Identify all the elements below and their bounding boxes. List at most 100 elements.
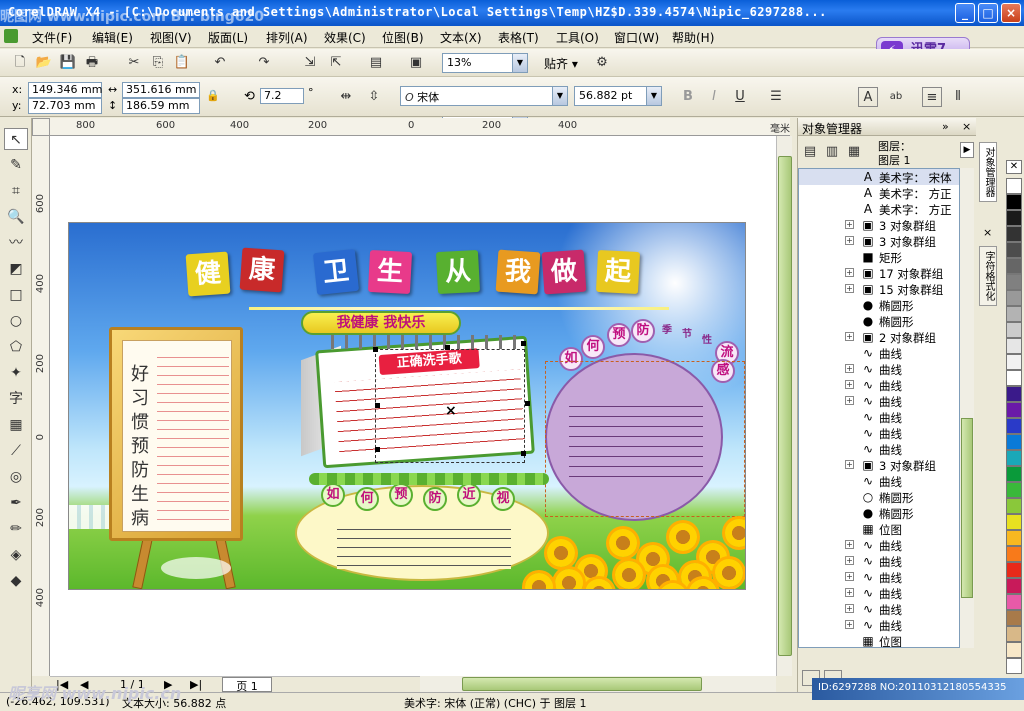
open-icon[interactable]: 📂	[34, 53, 54, 73]
paste-icon[interactable]: 📋	[172, 53, 192, 73]
expand-icon[interactable]: +	[845, 620, 854, 629]
color-swatch[interactable]	[1006, 562, 1022, 578]
mirror-vertical-icon[interactable]: ⇳	[364, 87, 384, 107]
vertical-text-icon[interactable]: ⦀	[948, 87, 968, 107]
ruler-origin[interactable]	[32, 118, 50, 136]
object-tree-row[interactable]: + ▣ 2 对象群组	[799, 329, 959, 345]
expand-icon[interactable]: +	[845, 588, 854, 597]
object-tree-row[interactable]: ■ 矩形	[799, 249, 959, 265]
expand-icon[interactable]: +	[845, 396, 854, 405]
text-align-icon[interactable]: ☰	[766, 87, 786, 107]
object-tree-row[interactable]: + ∿ 曲线	[799, 361, 959, 377]
object-tree-row[interactable]: ● 椭圆形	[799, 297, 959, 313]
color-swatch[interactable]	[1006, 290, 1022, 306]
minimize-button[interactable]: _	[955, 3, 975, 23]
expand-icon[interactable]: +	[845, 572, 854, 581]
object-tree-row[interactable]: ∿ 曲线	[799, 345, 959, 361]
table-tool-icon[interactable]: ▦	[4, 414, 28, 436]
eyedropper-tool-icon[interactable]: ✒	[4, 492, 28, 514]
tree-scrollbar[interactable]	[960, 168, 974, 648]
color-swatch[interactable]	[1006, 530, 1022, 546]
color-swatch[interactable]	[1006, 226, 1022, 242]
color-swatch[interactable]	[1006, 626, 1022, 642]
color-swatch[interactable]	[1006, 242, 1022, 258]
horizontal-scroll-thumb[interactable]	[462, 677, 702, 691]
color-swatch[interactable]	[1006, 482, 1022, 498]
menu-item[interactable]: 位图(B)	[382, 29, 424, 46]
basic-shapes-icon[interactable]: ✦	[4, 362, 28, 384]
undo-icon[interactable]: ↶	[210, 53, 230, 73]
edit-text-icon[interactable]: A	[858, 87, 878, 107]
color-swatch[interactable]	[1006, 610, 1022, 626]
options-icon[interactable]: ⚙	[592, 53, 612, 73]
object-tree-row[interactable]: ● 椭圆形	[799, 505, 959, 521]
object-tree-row[interactable]: + ▣ 3 对象群组	[799, 233, 959, 249]
freehand-tool-icon[interactable]: 〰	[4, 232, 28, 254]
menu-item[interactable]: 表格(T)	[498, 29, 539, 46]
welcome-screen-icon[interactable]: ▣	[406, 53, 426, 73]
tab-object-manager[interactable]: 对象管理器	[979, 142, 997, 202]
import-icon[interactable]: ⇲	[300, 53, 320, 73]
expand-icon[interactable]: +	[845, 460, 854, 469]
color-swatch[interactable]	[1006, 210, 1022, 226]
object-tree-row[interactable]: + ∿ 曲线	[799, 377, 959, 393]
object-tree-row[interactable]: A 美术字： 方正	[799, 201, 959, 217]
font-size-select[interactable]: 56.882 pt ▼	[574, 86, 662, 106]
bold-icon[interactable]: B	[678, 87, 698, 107]
redo-icon[interactable]: ↷	[254, 53, 274, 73]
object-tree-row[interactable]: + ∿ 曲线	[799, 601, 959, 617]
lock-ratio-icon[interactable]: 🔒	[206, 89, 220, 102]
vertical-scroll-thumb[interactable]	[778, 156, 792, 656]
object-tree-row[interactable]: + ▣ 3 对象群组	[799, 217, 959, 233]
expand-icon[interactable]: +	[845, 380, 854, 389]
expand-icon[interactable]: +	[845, 364, 854, 373]
object-tree-row[interactable]: ∿ 曲线	[799, 409, 959, 425]
selection-handle[interactable]	[521, 451, 526, 456]
outline-tool-icon[interactable]: ✏	[4, 518, 28, 540]
vertical-ruler[interactable]: 600 400 200 0 200 400	[32, 136, 50, 676]
layer-manager-view-icon[interactable]: ▦	[844, 142, 864, 162]
expand-icon[interactable]: +	[845, 268, 854, 277]
selection-handle[interactable]	[525, 401, 530, 406]
x-position-field[interactable]: 149.346 mm	[28, 82, 102, 98]
tree-scroll-thumb[interactable]	[961, 418, 973, 598]
object-tree-row[interactable]: ▦ 位图	[799, 633, 959, 647]
page-tab[interactable]: 页 1	[222, 677, 272, 693]
selection-handle[interactable]	[375, 403, 380, 408]
color-swatch[interactable]	[1006, 370, 1022, 386]
app-icon[interactable]	[4, 29, 18, 43]
zoom-level-select-box[interactable]: 13% ▼	[442, 53, 528, 73]
color-swatch[interactable]	[1006, 594, 1022, 610]
color-swatch[interactable]	[1006, 450, 1022, 466]
italic-icon[interactable]: I	[704, 87, 724, 107]
color-swatch[interactable]	[1006, 642, 1022, 658]
object-tree-row[interactable]: + ∿ 曲线	[799, 393, 959, 409]
menu-item[interactable]: 版面(L)	[208, 29, 248, 46]
object-tree-row[interactable]: + ▣ 15 对象群组	[799, 281, 959, 297]
object-tree-row[interactable]: + ∿ 曲线	[799, 585, 959, 601]
color-swatch[interactable]	[1006, 498, 1022, 514]
menu-item[interactable]: 工具(O)	[556, 29, 599, 46]
selection-handle[interactable]	[373, 347, 378, 352]
interactive-fill-icon[interactable]: ◆	[4, 570, 28, 592]
menu-item[interactable]: 文本(X)	[440, 29, 482, 46]
color-swatch[interactable]	[1006, 178, 1022, 194]
mirror-horizontal-icon[interactable]: ⇹	[336, 87, 356, 107]
color-swatch[interactable]	[1006, 546, 1022, 562]
color-swatch[interactable]	[1006, 322, 1022, 338]
object-tree-row[interactable]: + ∿ 曲线	[799, 569, 959, 585]
object-tree-row[interactable]: + ▣ 17 对象群组	[799, 265, 959, 281]
object-tree-row[interactable]: ● 椭圆形	[799, 313, 959, 329]
save-icon[interactable]: 💾	[58, 53, 78, 73]
menu-item[interactable]: 视图(V)	[150, 29, 192, 46]
text-tool-icon[interactable]: 字	[4, 388, 28, 410]
edit-across-layers-icon[interactable]: ▥	[822, 142, 842, 162]
object-tree-row[interactable]: A 美术字： 宋体	[799, 169, 959, 185]
object-tree-row[interactable]: + ∿ 曲线	[799, 553, 959, 569]
fill-tool-icon[interactable]: ◈	[4, 544, 28, 566]
menu-item[interactable]: 效果(C)	[324, 29, 366, 46]
docker-menu-arrow-icon[interactable]: ▶	[960, 142, 974, 158]
export-icon[interactable]: ⇱	[326, 53, 346, 73]
color-swatch[interactable]	[1006, 418, 1022, 434]
cut-icon[interactable]: ✂	[124, 53, 144, 73]
